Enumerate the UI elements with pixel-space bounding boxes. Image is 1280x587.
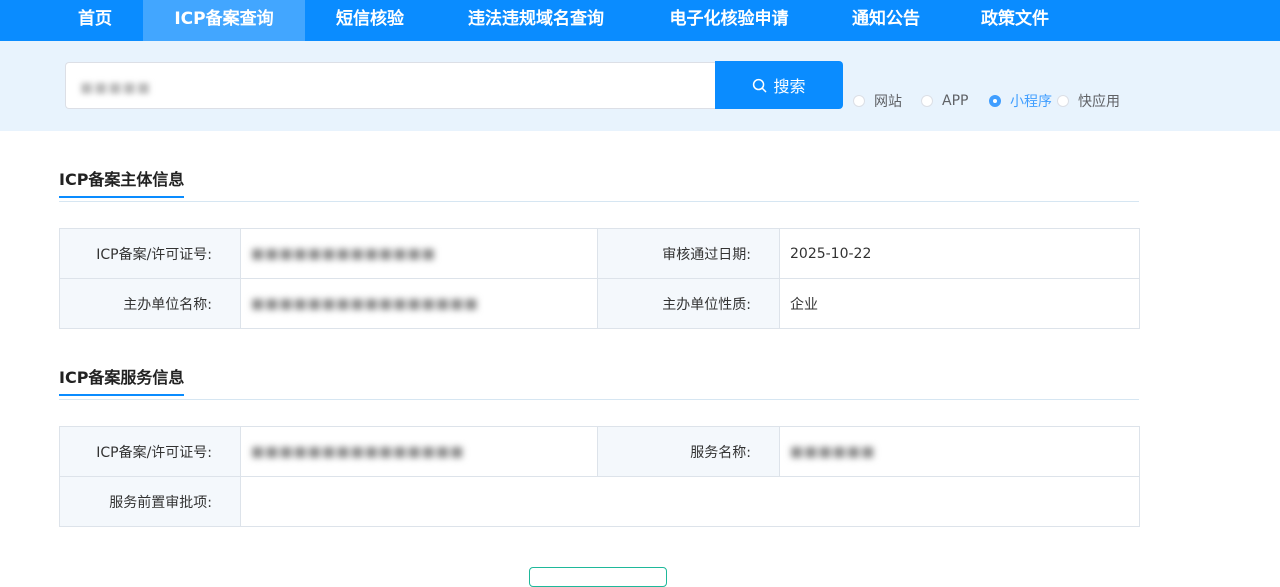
- service-name-masked: ■■■■■■: [790, 443, 876, 460]
- search-button-label: 搜索: [773, 77, 806, 96]
- bottom-action-button[interactable]: [529, 567, 667, 587]
- pre-approval-value: [240, 476, 1140, 527]
- radio-website[interactable]: 网站: [853, 92, 902, 110]
- approval-date-value: 2025-10-22: [779, 228, 1140, 279]
- organizer-name-label: 主办单位名称:: [59, 278, 241, 329]
- organizer-name-masked: ■■■■■■■■■■■■■■■■: [251, 295, 479, 312]
- nav-sms-verify[interactable]: 短信核验: [318, 0, 422, 41]
- table-row: 主办单位名称: ■■■■■■■■■■■■■■■■ 主办单位性质: 企业: [59, 278, 1140, 329]
- service-name-label: 服务名称:: [597, 426, 780, 477]
- service-info-table: ICP备案/许可证号: ■■■■■■■■■■■■■■■ 服务名称: ■■■■■■…: [59, 426, 1140, 527]
- service-icp-license-masked: ■■■■■■■■■■■■■■■: [251, 443, 465, 460]
- service-icp-license-value: ■■■■■■■■■■■■■■■: [240, 426, 598, 477]
- table-row: 服务前置审批项:: [59, 476, 1140, 527]
- radio-mini-program-label: 小程序: [1010, 94, 1052, 110]
- radio-website-label: 网站: [874, 94, 902, 110]
- search-band: ■■■■■ 搜索: [0, 41, 1280, 131]
- organizer-type-value: 企业: [779, 278, 1140, 329]
- radio-quick-app[interactable]: 快应用: [1057, 92, 1120, 110]
- radio-mini-program-circle[interactable]: [989, 95, 1001, 107]
- nav-notices[interactable]: 通知公告: [834, 0, 938, 41]
- radio-app-circle[interactable]: [921, 95, 933, 107]
- organizer-name-value: ■■■■■■■■■■■■■■■■: [240, 278, 598, 329]
- icp-license-masked: ■■■■■■■■■■■■■: [251, 245, 436, 262]
- icp-license-value: ■■■■■■■■■■■■■: [240, 228, 598, 279]
- nav-e-verify-apply[interactable]: 电子化核验申请: [652, 0, 806, 41]
- radio-mini-program[interactable]: 小程序: [989, 92, 1052, 110]
- table-row: ICP备案/许可证号: ■■■■■■■■■■■■■■■ 服务名称: ■■■■■■: [59, 426, 1140, 477]
- subject-info-title: ICP备案主体信息: [59, 166, 185, 198]
- search-icon: [753, 78, 767, 92]
- search-input-wrapper[interactable]: ■■■■■: [65, 62, 715, 109]
- search-button[interactable]: 搜索: [715, 61, 843, 109]
- radio-app[interactable]: APP: [921, 92, 968, 110]
- radio-quick-app-circle[interactable]: [1057, 95, 1069, 107]
- service-info-divider: [59, 399, 1139, 400]
- nav-illegal-domain-query[interactable]: 违法违规域名查询: [448, 0, 624, 41]
- service-icp-license-label: ICP备案/许可证号:: [59, 426, 241, 477]
- nav-policy-docs[interactable]: 政策文件: [963, 0, 1067, 41]
- radio-website-circle[interactable]: [853, 95, 865, 107]
- table-row: ICP备案/许可证号: ■■■■■■■■■■■■■ 审核通过日期: 2025-1…: [59, 228, 1140, 279]
- icp-license-label: ICP备案/许可证号:: [59, 228, 241, 279]
- service-name-value: ■■■■■■: [779, 426, 1140, 477]
- top-nav: 首页 ICP备案查询 短信核验 违法违规域名查询 电子化核验申请 通知公告 政策…: [0, 0, 1280, 41]
- approval-date-label: 审核通过日期:: [597, 228, 780, 279]
- nav-home[interactable]: 首页: [57, 0, 133, 41]
- service-info-title: ICP备案服务信息: [59, 364, 185, 396]
- radio-app-label: APP: [942, 93, 969, 109]
- organizer-type-label: 主办单位性质:: [597, 278, 780, 329]
- search-input[interactable]: [66, 63, 715, 108]
- subject-info-divider: [59, 201, 1139, 202]
- nav-icp-query[interactable]: ICP备案查询: [143, 0, 305, 41]
- radio-quick-app-label: 快应用: [1078, 94, 1120, 110]
- subject-info-table: ICP备案/许可证号: ■■■■■■■■■■■■■ 审核通过日期: 2025-1…: [59, 228, 1140, 329]
- pre-approval-label: 服务前置审批项:: [59, 476, 241, 527]
